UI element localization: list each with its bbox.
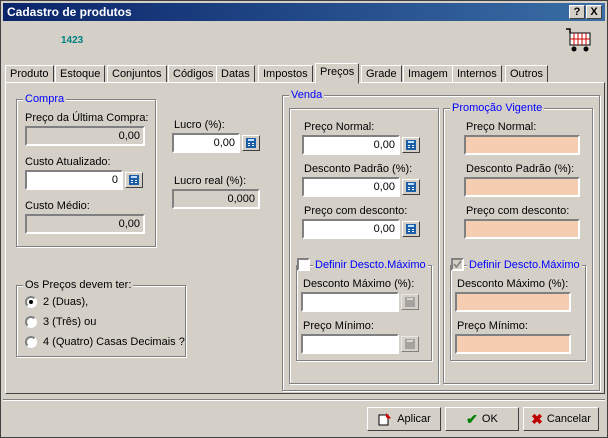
- custo-atualizado-label: Custo Atualizado:: [25, 156, 111, 168]
- radio-3-label: 3 (Três) ou: [43, 316, 97, 328]
- promo-preco-desconto-field: [464, 219, 580, 239]
- calculator-icon[interactable]: [402, 179, 420, 195]
- cancelar-button[interactable]: ✖ Cancelar: [523, 407, 599, 431]
- custo-medio-field: 0,00: [25, 214, 145, 234]
- promo-desconto-field: [464, 177, 580, 197]
- radio-4-decimais[interactable]: [25, 336, 37, 348]
- decimais-group: Os Preços devem ter: 2 (Duas), 3 (Três) …: [16, 279, 186, 357]
- tab-page-precos: Compra Preço da Última Compra: 0,00 Cust…: [5, 82, 605, 394]
- custo-atualizado-input[interactable]: 0: [25, 170, 123, 190]
- radio-2-label: 2 (Duas),: [43, 296, 89, 308]
- preco-desconto-input[interactable]: 0,00: [302, 219, 400, 239]
- header-band: 1423: [3, 23, 605, 61]
- promo-desconto-label: Desconto Padrão (%):: [466, 163, 575, 175]
- shopping-cart-icon: [566, 28, 591, 52]
- apply-icon: [378, 413, 392, 426]
- definir-descto-max-checkbox[interactable]: [297, 258, 310, 271]
- calculator-icon[interactable]: [401, 336, 419, 352]
- calculator-icon[interactable]: [402, 137, 420, 153]
- venda-descto-max-group: Definir Descto.Máximo Desconto Máximo (%…: [296, 258, 432, 361]
- promocao-group-title: Promoção Vigente: [450, 102, 545, 114]
- tab-internos[interactable]: Internos: [452, 65, 502, 83]
- radio-4-label: 4 (Quatro) Casas Decimais ?: [43, 336, 185, 348]
- promo-preco-desconto-label: Preço com desconto:: [466, 205, 570, 217]
- tab-codigos[interactable]: Códigos: [168, 65, 219, 83]
- tab-datas[interactable]: Datas: [216, 65, 255, 83]
- product-window: Cadastro de produtos ? X 1423 Produto Es…: [0, 0, 608, 438]
- promo-desconto-maximo-label: Desconto Máximo (%):: [457, 278, 569, 290]
- ok-button[interactable]: ✔ OK: [445, 407, 519, 431]
- tab-impostos[interactable]: Impostos: [258, 65, 313, 83]
- definir-descto-max-label: Definir Descto.Máximo: [313, 259, 428, 271]
- tab-conjuntos[interactable]: Conjuntos: [107, 65, 167, 83]
- radio-2-decimais[interactable]: [25, 296, 37, 308]
- decimais-group-title: Os Preços devem ter:: [23, 279, 134, 291]
- ultima-compra-field: 0,00: [25, 126, 145, 146]
- calculator-icon[interactable]: [402, 221, 420, 237]
- desconto-padrao-label: Desconto Padrão (%):: [304, 163, 413, 175]
- promo-preco-minimo-label: Preço Mínimo:: [457, 320, 528, 332]
- aplicar-button[interactable]: Aplicar: [367, 407, 441, 431]
- tab-produto[interactable]: Produto: [5, 65, 54, 83]
- tab-imagem[interactable]: Imagem: [403, 65, 453, 83]
- title-bar: Cadastro de produtos ? X: [3, 3, 605, 21]
- aplicar-label: Aplicar: [397, 413, 431, 425]
- checkmark-icon: ✔: [466, 410, 478, 427]
- cancel-x-icon: ✖: [531, 410, 543, 427]
- promo-preco-normal-field: [464, 135, 580, 155]
- window-title: Cadastro de produtos: [7, 5, 132, 19]
- radio-3-decimais[interactable]: [25, 316, 37, 328]
- promo-definir-checkbox[interactable]: [451, 258, 464, 271]
- compra-group: Compra Preço da Última Compra: 0,00 Cust…: [16, 93, 156, 247]
- compra-group-title: Compra: [23, 93, 67, 105]
- tab-outros[interactable]: Outros: [505, 65, 549, 83]
- promo-preco-minimo-field: [455, 334, 571, 354]
- calculator-icon[interactable]: [401, 294, 419, 310]
- desconto-maximo-input[interactable]: [301, 292, 399, 312]
- preco-minimo-label: Preço Mínimo:: [303, 320, 374, 332]
- venda-group-title: Venda: [289, 89, 325, 101]
- promo-preco-normal-label: Preço Normal:: [466, 121, 537, 133]
- ok-label: OK: [481, 413, 498, 425]
- preco-normal-label: Preço Normal:: [304, 121, 375, 133]
- calculator-icon[interactable]: [242, 135, 260, 151]
- promo-desconto-maximo-field: [455, 292, 571, 312]
- lucro-input[interactable]: 0,00: [172, 133, 240, 153]
- close-button[interactable]: X: [586, 5, 602, 19]
- desconto-maximo-label: Desconto Máximo (%):: [303, 278, 415, 290]
- promo-descto-max-group: Definir Descto.Máximo Desconto Máximo (%…: [450, 258, 586, 361]
- bottom-separator: [3, 399, 605, 401]
- checkmark-icon: [453, 260, 462, 269]
- promo-definir-label: Definir Descto.Máximo: [467, 259, 582, 271]
- help-button[interactable]: ?: [569, 5, 585, 19]
- custo-medio-label: Custo Médio:: [25, 200, 90, 212]
- product-code: 1423: [61, 35, 84, 46]
- preco-minimo-input[interactable]: [301, 334, 399, 354]
- tab-estoque[interactable]: Estoque: [55, 65, 106, 83]
- tab-grade[interactable]: Grade: [361, 65, 402, 83]
- lucro-real-label: Lucro real (%):: [174, 175, 247, 187]
- lucro-label: Lucro (%):: [174, 119, 225, 131]
- preco-desconto-label: Preço com desconto:: [304, 205, 408, 217]
- tab-strip: Produto Estoque Conjuntos Códigos Datas …: [5, 63, 603, 84]
- lucro-real-field: 0,000: [172, 189, 260, 209]
- ultima-compra-label: Preço da Última Compra:: [25, 112, 149, 124]
- venda-group: Venda Preço Normal: 0,00 Desconto Padrão…: [282, 89, 600, 391]
- desconto-padrao-input[interactable]: 0,00: [302, 177, 400, 197]
- preco-normal-input[interactable]: 0,00: [302, 135, 400, 155]
- promocao-panel: Promoção Vigente Preço Normal: Desconto …: [443, 102, 593, 384]
- cancelar-label: Cancelar: [546, 413, 591, 425]
- tab-precos[interactable]: Preços: [315, 63, 360, 84]
- calculator-icon[interactable]: [125, 172, 143, 188]
- venda-panel: Preço Normal: 0,00 Desconto Padrão (%): …: [289, 108, 439, 384]
